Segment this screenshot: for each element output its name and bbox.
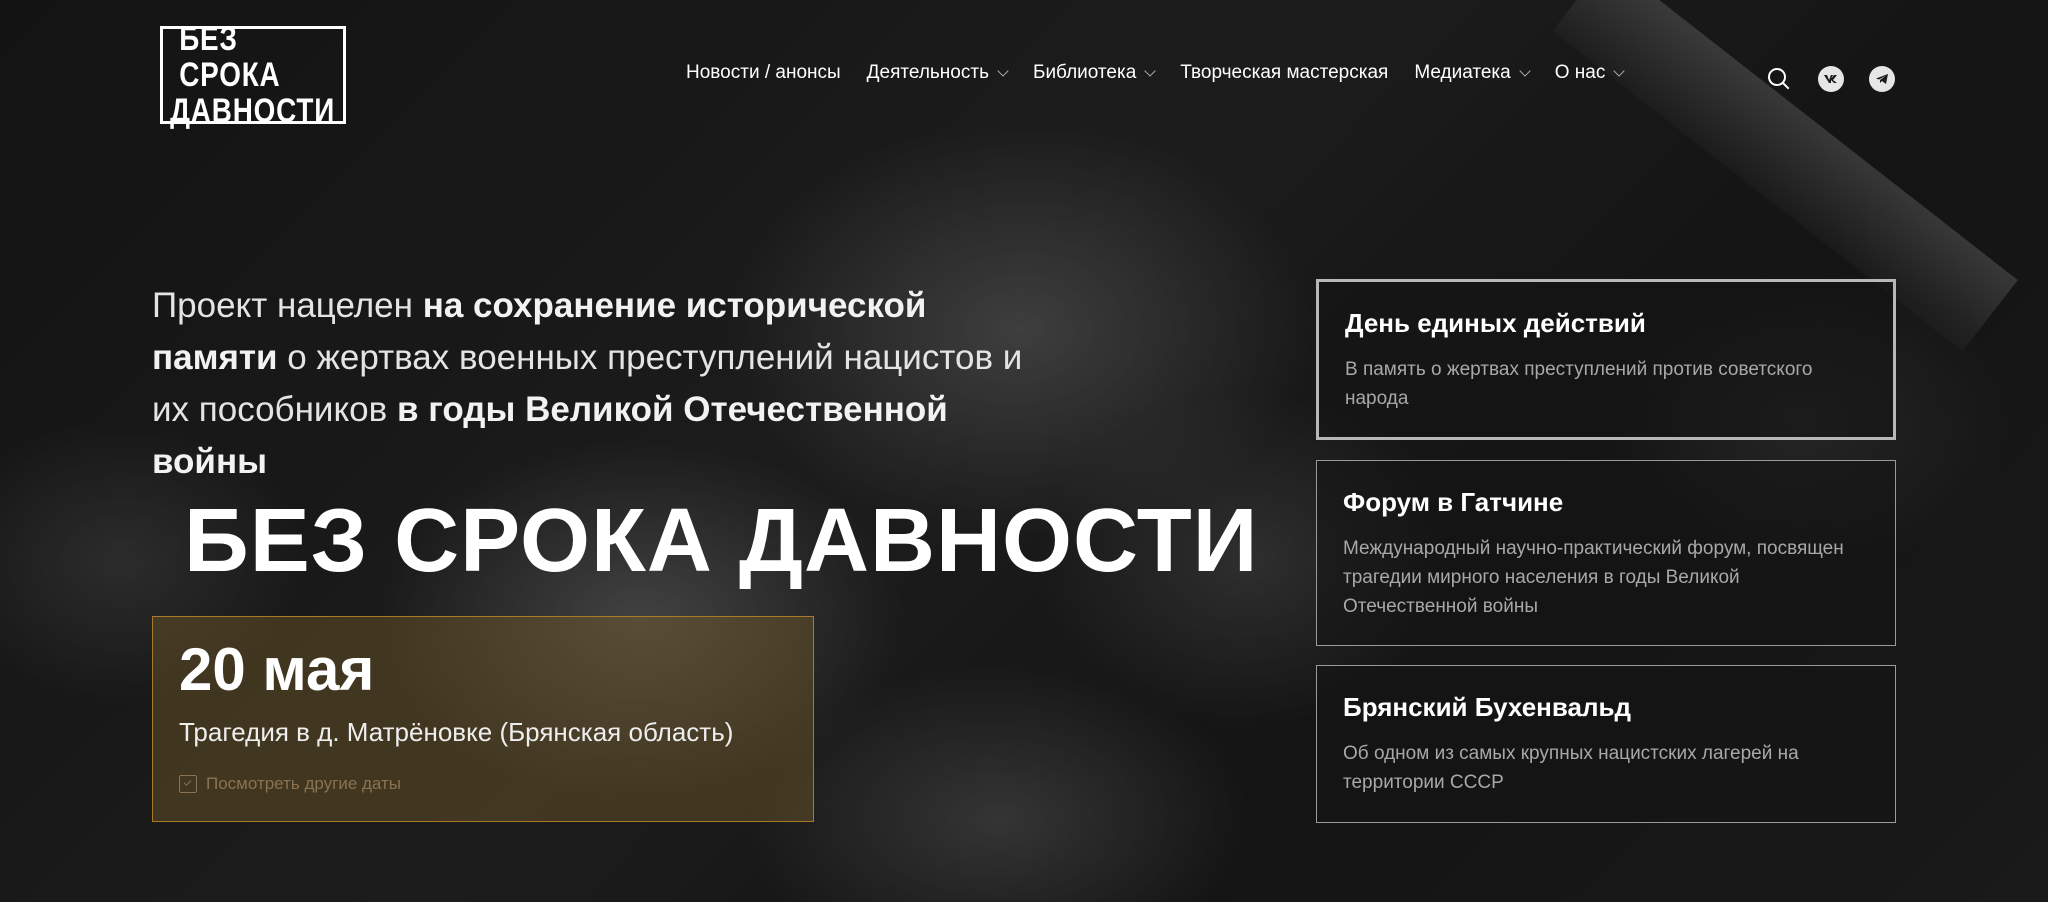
project-card-day-of-action[interactable]: День единых действий В память о жертвах … (1316, 279, 1896, 440)
project-card-gatchina-forum[interactable]: Форум в Гатчине Международный научно-пра… (1316, 460, 1896, 646)
nav-item-about[interactable]: О нас (1554, 62, 1626, 84)
main-nav: Новости / анонсы Деятельность Библиотека… (686, 62, 1649, 84)
card-text: Об одном из самых крупных нацистских лаг… (1343, 743, 1799, 793)
card-text: Международный научно-практический форум,… (1343, 538, 1844, 617)
header-icons (1768, 66, 1920, 92)
nav-item-label: Деятельность (866, 62, 989, 83)
nav-item-label: Творческая мастерская (1180, 62, 1389, 83)
date-title: 20 мая (179, 636, 375, 703)
nav-item-label: Медиатека (1414, 62, 1511, 83)
nav-item-mediateka[interactable]: Медиатека (1414, 62, 1531, 84)
card-title: Брянский Бухенвальд (1343, 692, 1631, 722)
project-card-bryansk-buchenwald[interactable]: Брянский Бухенвальд Об одном из самых кр… (1316, 665, 1896, 823)
vk-icon[interactable] (1818, 66, 1844, 92)
intro-text-1: Проект нацелен (152, 286, 423, 325)
search-icon[interactable] (1768, 68, 1790, 90)
logo-line-2: ДАВНОСТИ (170, 92, 336, 130)
nav-item-library[interactable]: Библиотека (1032, 62, 1156, 84)
date-event: Трагедия в д. Матрёновке (Брянская облас… (179, 717, 734, 747)
project-intro: Проект нацелен на сохранение историческо… (152, 280, 1052, 488)
card-title: День единых действий (1345, 308, 1646, 338)
card-text: В память о жертвах преступлений против с… (1345, 359, 1813, 409)
site-logo[interactable]: БЕЗ СРОКА ДАВНОСТИ (160, 21, 346, 129)
chevron-down-icon (997, 64, 1009, 77)
nav-item-label: Библиотека (1032, 62, 1137, 83)
chevron-down-icon (1613, 64, 1626, 77)
nav-item-activity[interactable]: Деятельность (866, 62, 1009, 84)
nav-item-label: О нас (1554, 62, 1606, 83)
hero-section: БЕЗ СРОКА ДАВНОСТИ Новости / анонсы Деят… (0, 0, 2048, 902)
calendar-check-icon (179, 775, 197, 793)
chevron-down-icon (1519, 64, 1531, 77)
logo-line-1: БЕЗ СРОКА (179, 20, 281, 94)
card-title: Форум в Гатчине (1343, 487, 1564, 517)
other-dates-link[interactable]: Посмотреть другие даты (179, 774, 787, 794)
nav-item-news[interactable]: Новости / анонсы (686, 62, 841, 84)
nav-item-workshop[interactable]: Творческая мастерская (1180, 62, 1388, 84)
memorial-date-card[interactable]: 20 мая Трагедия в д. Матрёновке (Брянска… (152, 616, 814, 822)
other-dates-label: Посмотреть другие даты (206, 774, 402, 793)
telegram-icon[interactable] (1869, 66, 1895, 92)
page-title: БЕЗ СРОКА ДАВНОСТИ (184, 491, 1259, 591)
nav-item-label: Новости / анонсы (686, 62, 841, 83)
chevron-down-icon (1144, 64, 1156, 77)
